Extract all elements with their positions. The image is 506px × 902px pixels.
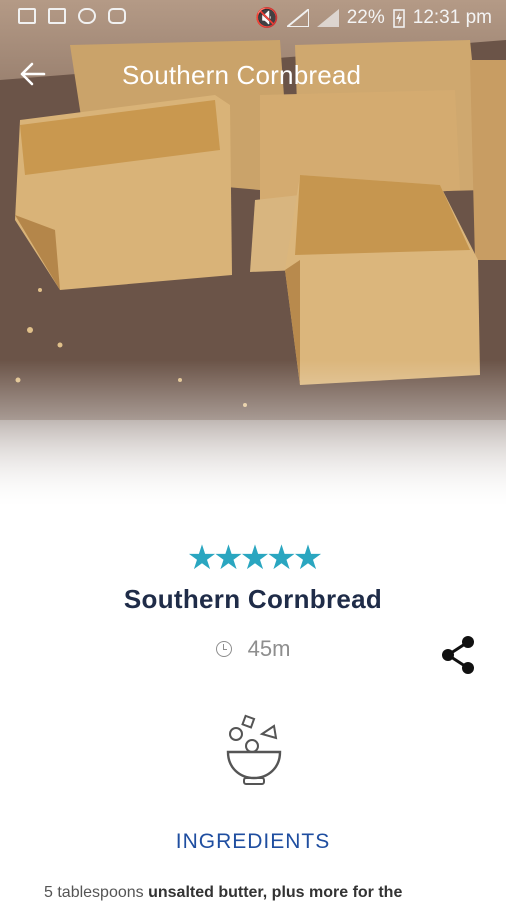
star-rating: ★★★★★ [186,539,323,577]
ingredient-line: 5 tablespoons unsalted butter, plus more… [44,884,484,902]
cook-time-value: 45m [247,636,291,661]
clock-icon [215,641,232,657]
gallery-icon [18,8,36,24]
share-button[interactable] [438,634,478,676]
ingredient-amount: 5 tablespoons [44,884,144,901]
hero-fade [0,360,506,520]
back-arrow-icon [20,62,46,86]
share-icon [442,636,474,674]
signal-icon-2 [316,9,339,27]
battery-percent: 22% [346,7,385,28]
cook-time: 45m [0,636,506,662]
recipe-title: Southern Cornbread [123,584,383,614]
battery-charging-icon [392,9,405,28]
signal-icon [286,9,309,27]
mail-icon [48,8,66,24]
ingredients-section-icon [222,712,286,792]
system-icons: 🔇 22% 12:31 pm [255,6,492,30]
app-bar-title: Southern Cornbread [122,60,362,90]
ingredients-heading: INGREDIENTS [175,830,331,853]
notification-icons [18,8,126,24]
status-bar: 🔇 22% 12:31 pm [0,0,506,36]
ingredient-item: unsalted butter, plus more for the [148,884,403,901]
clock-time: 12:31 pm [412,7,492,28]
youtube-icon [108,8,126,24]
mute-icon: 🔇 [255,8,279,29]
app-bar: Southern Cornbread [0,52,506,100]
cloud-icon [78,8,96,24]
salad-bowl-icon [226,714,282,785]
back-button[interactable] [18,60,52,90]
